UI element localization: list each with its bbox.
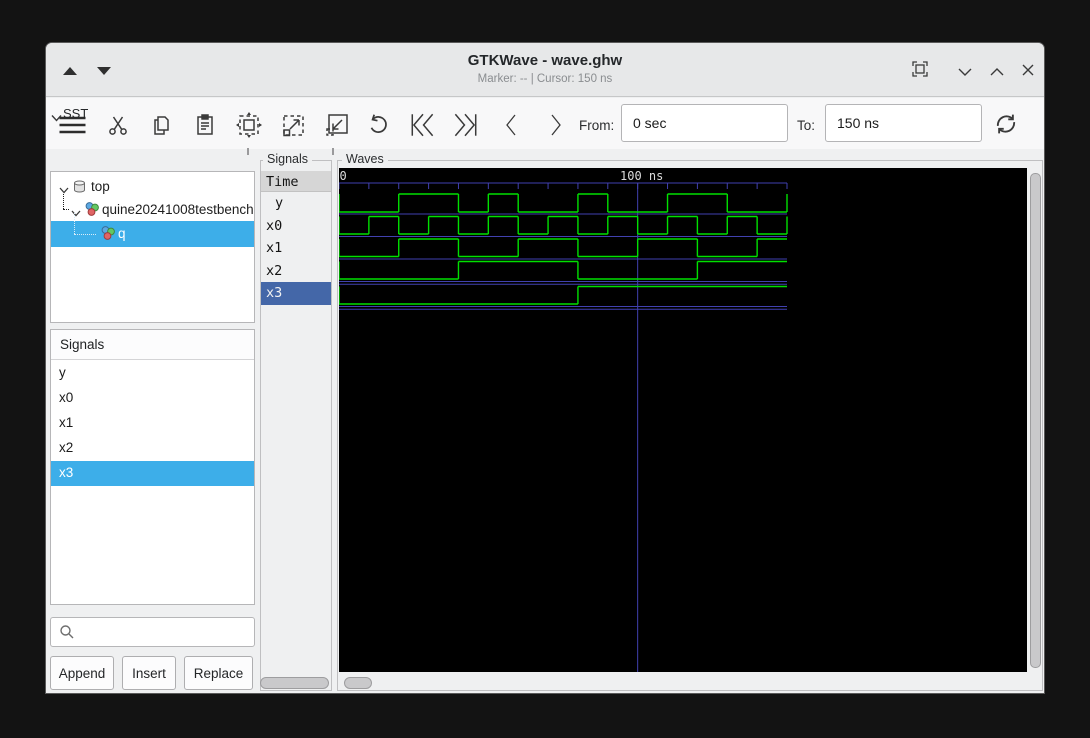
tree-node-top[interactable]: top [51, 175, 254, 198]
tree-guide [63, 194, 64, 209]
signal-name-x0[interactable]: x0 [261, 215, 331, 238]
tree-guide [74, 213, 75, 234]
from-label: From: [579, 118, 615, 133]
expander-icon[interactable] [59, 182, 69, 197]
zoom-fit-icon[interactable] [235, 111, 263, 139]
skip-to-end-icon[interactable] [450, 111, 480, 139]
copy-icon[interactable] [149, 111, 173, 139]
sst-panel-label: SST [63, 106, 89, 121]
signal-name-x1[interactable]: x1 [261, 237, 331, 260]
tree-guide [74, 234, 96, 235]
cylinder-icon [72, 179, 87, 197]
waves-vscrollbar-thumb[interactable] [1030, 173, 1041, 668]
signals-hscrollbar-thumb[interactable] [260, 677, 329, 689]
module-spheres-icon [100, 225, 116, 244]
waves-frame-label: Waves [342, 152, 388, 166]
search-icon [59, 624, 75, 640]
step-right-icon[interactable] [543, 111, 567, 139]
zoom-out-icon[interactable] [323, 111, 351, 139]
zoom-in-icon[interactable] [279, 111, 307, 139]
signals-list-header[interactable]: Signals [51, 330, 254, 360]
signal-name-x3-selected[interactable]: x3 [261, 282, 331, 305]
svg-text:0: 0 [340, 169, 347, 183]
maximize-icon[interactable] [989, 64, 1005, 80]
expander-icon[interactable] [71, 205, 81, 220]
tree-node-q[interactable]: q [51, 213, 254, 247]
time-header[interactable]: Time [261, 171, 331, 192]
list-item[interactable]: x0 [51, 386, 254, 411]
skip-to-start-icon[interactable] [408, 111, 438, 139]
to-input[interactable] [825, 104, 982, 142]
list-item[interactable]: y [51, 361, 254, 386]
svg-text:100 ns: 100 ns [620, 169, 663, 183]
tree-guide [63, 209, 69, 210]
undo-icon[interactable] [365, 111, 391, 139]
pane-splitter-left[interactable] [247, 148, 249, 155]
tree-node-testbench[interactable]: quine20241008testbench [51, 194, 254, 221]
close-icon[interactable] [1020, 62, 1036, 78]
tree-node-label: q [118, 226, 126, 241]
step-left-icon[interactable] [500, 111, 524, 139]
titlebar[interactable]: GTKWave - wave.ghw Marker: -- | Cursor: … [46, 43, 1044, 97]
wave-canvas[interactable]: 0 100 ns [339, 168, 1027, 672]
cut-icon[interactable] [106, 111, 130, 139]
waves-hscrollbar-thumb[interactable] [344, 677, 372, 689]
toolbar: From: To: [46, 98, 1044, 149]
module-spheres-icon [84, 201, 100, 220]
paste-icon[interactable] [193, 111, 217, 139]
signals-frame-label: Signals [263, 152, 312, 166]
fullscreen-icon[interactable] [912, 61, 928, 77]
window-title: GTKWave - wave.ghw [467, 52, 623, 69]
tree-node-label: top [91, 179, 110, 194]
from-input[interactable] [621, 104, 788, 142]
list-item[interactable]: x2 [51, 436, 254, 461]
signal-name-x2[interactable]: x2 [261, 260, 331, 283]
sst-expander-icon[interactable] [51, 109, 62, 127]
marker-cursor-status: Marker: -- | Cursor: 150 ns [477, 73, 613, 85]
signals-frame: Signals Time y x0 x1 x2 x3 [260, 152, 332, 691]
insert-button[interactable]: Insert [122, 656, 176, 690]
gtkwave-window: GTKWave - wave.ghw Marker: -- | Cursor: … [45, 42, 1045, 694]
sst-signals-list: Signals y x0 x1 x2 x3 [50, 329, 255, 605]
signal-name-y[interactable]: y [261, 192, 331, 215]
append-button[interactable]: Append [50, 656, 114, 690]
sst-tree[interactable]: top quine20241008testbench q [50, 171, 255, 323]
signal-search-input[interactable] [50, 617, 255, 647]
reload-icon[interactable] [991, 109, 1021, 139]
minimize-icon[interactable] [957, 64, 973, 80]
pane-splitter-right[interactable] [332, 148, 334, 155]
tree-node-label: quine20241008testbench [102, 202, 254, 217]
replace-button[interactable]: Replace [184, 656, 253, 690]
list-item-selected[interactable]: x3 [51, 461, 254, 486]
to-label: To: [797, 118, 816, 133]
list-item[interactable]: x1 [51, 411, 254, 436]
